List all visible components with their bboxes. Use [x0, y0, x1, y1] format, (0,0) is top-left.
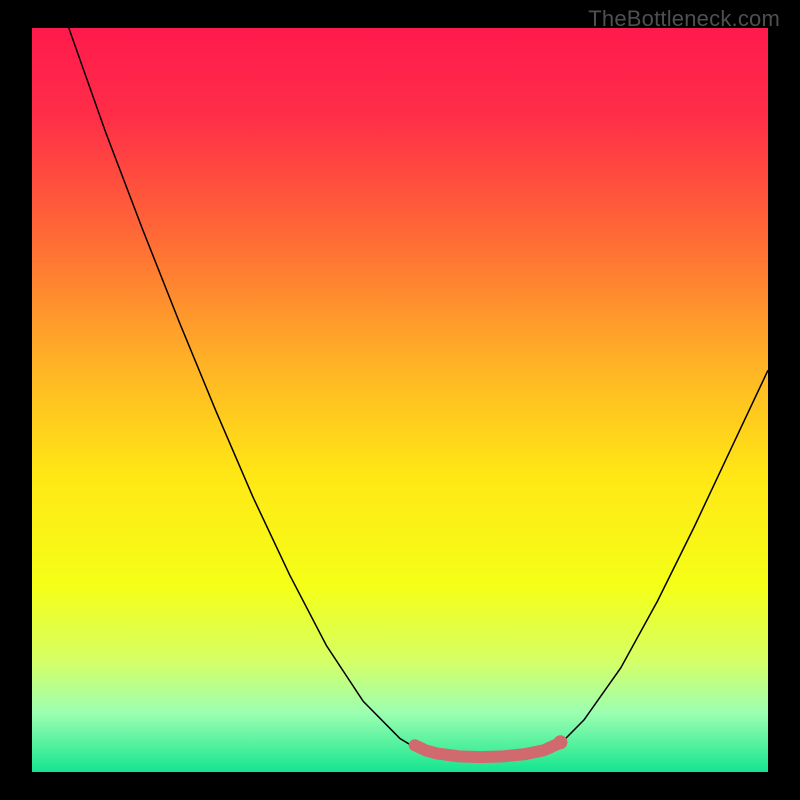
- plot-area: [32, 28, 768, 772]
- gradient-background: [32, 28, 768, 772]
- chart-frame: TheBottleneck.com: [0, 0, 800, 800]
- chart-svg: [32, 28, 768, 772]
- optimal-zone-end-dots: [553, 735, 567, 749]
